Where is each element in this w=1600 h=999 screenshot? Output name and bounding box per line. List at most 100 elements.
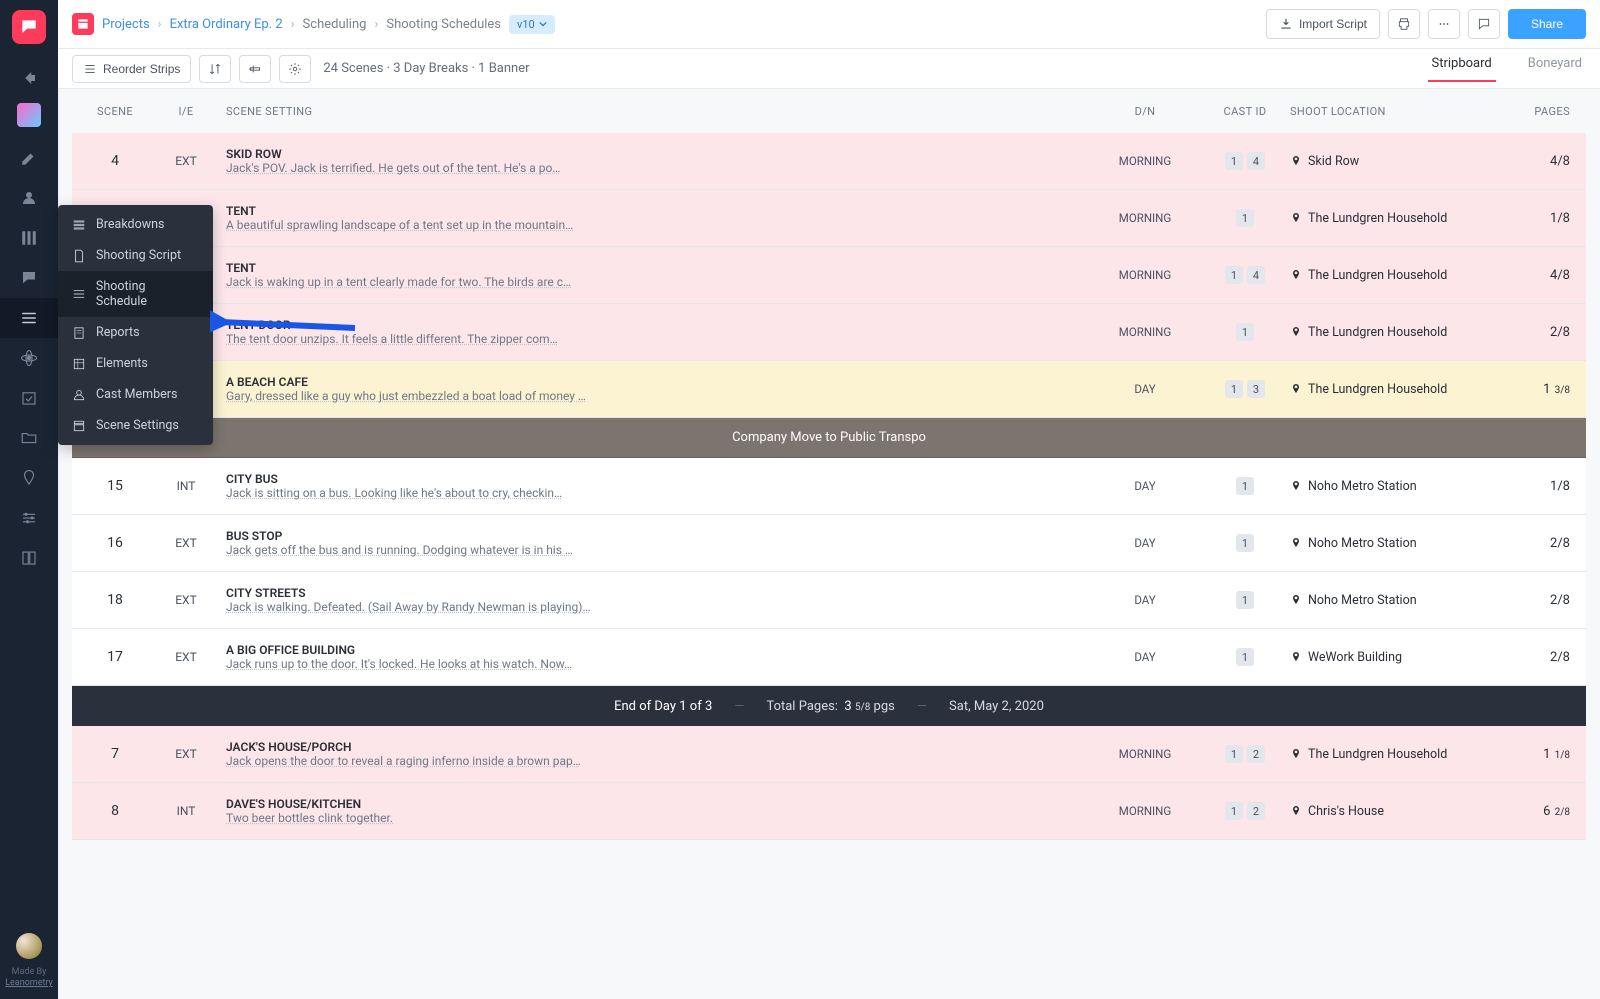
- scene-description[interactable]: Jack gets off the bus and is running. Do…: [226, 543, 1090, 557]
- user-avatar[interactable]: [16, 933, 42, 959]
- crumb-projects[interactable]: Projects: [102, 17, 150, 32]
- rail-book[interactable]: [0, 538, 58, 578]
- col-setting: SCENE SETTING: [216, 105, 1090, 118]
- int-ext: EXT: [156, 154, 216, 168]
- footer-brand-link[interactable]: Leanometry: [5, 978, 53, 988]
- submenu-item[interactable]: Shooting Schedule: [58, 271, 213, 317]
- rail-messages[interactable]: [0, 258, 58, 298]
- scene-description[interactable]: Jack is waking up in a tent clearly made…: [226, 275, 1090, 289]
- app-logo[interactable]: [12, 10, 46, 44]
- shoot-location[interactable]: Noho Metro Station: [1290, 593, 1510, 608]
- print-button[interactable]: [1388, 9, 1420, 39]
- menu-item-icon: [72, 249, 86, 263]
- import-script-button[interactable]: Import Script: [1266, 9, 1380, 39]
- cast-id-chip: 1: [1236, 209, 1254, 227]
- rail-cast[interactable]: [0, 178, 58, 218]
- topbar: Projects › Extra Ordinary Ep. 2 › Schedu…: [58, 0, 1600, 49]
- submenu-item[interactable]: Cast Members: [58, 379, 213, 410]
- submenu-item[interactable]: Scene Settings: [58, 410, 213, 441]
- comments-button[interactable]: [1468, 9, 1500, 39]
- sort-button[interactable]: [199, 55, 231, 83]
- crumb-project[interactable]: Extra Ordinary Ep. 2: [170, 17, 283, 32]
- list-icon: [20, 309, 38, 327]
- scene-number: 16: [74, 535, 156, 551]
- scene-strip[interactable]: 16EXTBUS STOPJack gets off the bus and i…: [72, 515, 1586, 572]
- submenu-item[interactable]: Shooting Script: [58, 240, 213, 271]
- shoot-location[interactable]: Skid Row: [1290, 154, 1510, 169]
- scene-strip[interactable]: A BEACH CAFEGary, dressed like a guy who…: [72, 361, 1586, 418]
- tab-stripboard[interactable]: Stripboard: [1428, 56, 1496, 81]
- scene-description[interactable]: Jack is walking. Defeated. (Sail Away by…: [226, 600, 1090, 614]
- day-night: MORNING: [1090, 325, 1200, 339]
- left-rail: Made By Leanometry: [0, 0, 58, 999]
- rail-project-thumb[interactable]: [0, 98, 58, 138]
- scene-strip[interactable]: 7EXTJACK'S HOUSE/PORCHJack opens the doo…: [72, 726, 1586, 783]
- cast-id-chip: 1: [1236, 534, 1254, 552]
- add-strip-button[interactable]: [239, 55, 271, 83]
- tab-boneyard[interactable]: Boneyard: [1524, 56, 1586, 81]
- submenu-item[interactable]: Breakdowns: [58, 209, 213, 240]
- page-count: 2/8: [1510, 593, 1584, 608]
- scene-description[interactable]: Jack's POV. Jack is terrified. He gets o…: [226, 161, 1090, 175]
- day-night: MORNING: [1090, 747, 1200, 761]
- stripboard[interactable]: SCENE I/E SCENE SETTING D/N CAST ID SHOO…: [58, 89, 1600, 999]
- scene-strip[interactable]: TENTA beautiful sprawling landscape of a…: [72, 190, 1586, 247]
- rail-board[interactable]: [0, 218, 58, 258]
- toolbar-settings-button[interactable]: [279, 55, 311, 83]
- project-badge[interactable]: [72, 13, 94, 35]
- scene-strip[interactable]: 4EXTSKID ROWJack's POV. Jack is terrifie…: [72, 133, 1586, 190]
- cast-ids: 14: [1200, 152, 1290, 170]
- shoot-location[interactable]: Noho Metro Station: [1290, 479, 1510, 494]
- rail-calendar[interactable]: [0, 378, 58, 418]
- rail-locations[interactable]: [0, 458, 58, 498]
- menu-item-icon: [72, 287, 86, 301]
- submenu-item[interactable]: Reports: [58, 317, 213, 348]
- shoot-location[interactable]: The Lundgren Household: [1290, 211, 1510, 226]
- scene-strip[interactable]: 17EXTA BIG OFFICE BUILDINGJack runs up t…: [72, 629, 1586, 686]
- rail-settings2[interactable]: [0, 338, 58, 378]
- scene-description[interactable]: Jack runs up to the door. It's locked. H…: [226, 657, 1090, 671]
- shoot-location[interactable]: Chris's House: [1290, 804, 1510, 819]
- scene-strip[interactable]: 18EXTCITY STREETSJack is walking. Defeat…: [72, 572, 1586, 629]
- scene-strip[interactable]: TENTJack is waking up in a tent clearly …: [72, 247, 1586, 304]
- submenu-item[interactable]: Elements: [58, 348, 213, 379]
- shoot-location[interactable]: The Lundgren Household: [1290, 382, 1510, 397]
- shoot-location[interactable]: The Lundgren Household: [1290, 268, 1510, 283]
- rail-script[interactable]: [0, 138, 58, 178]
- scene-description[interactable]: Jack is sitting on a bus. Looking like h…: [226, 486, 1090, 500]
- rail-schedule[interactable]: [0, 298, 58, 338]
- scene-description[interactable]: The tent door unzips. It feels a little …: [226, 332, 1090, 346]
- cast-id-chip: 4: [1247, 152, 1265, 170]
- day-night: MORNING: [1090, 268, 1200, 282]
- int-ext: EXT: [156, 593, 216, 607]
- scene-strip[interactable]: 8INTDAVE'S HOUSE/KITCHENTwo beer bottles…: [72, 783, 1586, 840]
- scene-strip[interactable]: 15INTCITY BUSJack is sitting on a bus. L…: [72, 458, 1586, 515]
- col-loc: SHOOT LOCATION: [1290, 105, 1510, 118]
- rail-sliders[interactable]: [0, 498, 58, 538]
- user-icon: [20, 189, 38, 207]
- col-dn: D/N: [1090, 105, 1200, 118]
- scene-description[interactable]: A beautiful sprawling landscape of a ten…: [226, 218, 1090, 232]
- daybreak-row[interactable]: End of Day 1 of 3—Total Pages: 3 5/8 pgs…: [72, 686, 1586, 726]
- shoot-location[interactable]: Noho Metro Station: [1290, 536, 1510, 551]
- reorder-strips-button[interactable]: Reorder Strips: [72, 55, 191, 83]
- scene-description[interactable]: Two beer bottles clink together.: [226, 811, 1090, 825]
- chevron-down-icon: [539, 20, 547, 28]
- shoot-location[interactable]: The Lundgren Household: [1290, 747, 1510, 762]
- scene-description[interactable]: Jack opens the door to reveal a raging i…: [226, 754, 1090, 768]
- shoot-location[interactable]: WeWork Building: [1290, 650, 1510, 665]
- cast-id-chip: 1: [1236, 648, 1254, 666]
- scene-strip[interactable]: TENT DOORThe tent door unzips. It feels …: [72, 304, 1586, 361]
- column-headers: SCENE I/E SCENE SETTING D/N CAST ID SHOO…: [72, 89, 1586, 133]
- scene-description[interactable]: Gary, dressed like a guy who just embezz…: [226, 389, 1090, 403]
- printer-icon: [1397, 17, 1411, 31]
- menu-item-icon: [72, 419, 86, 433]
- banner-row[interactable]: Company Move to Public Transpo: [72, 418, 1586, 458]
- shoot-location[interactable]: The Lundgren Household: [1290, 325, 1510, 340]
- share-button[interactable]: Share: [1508, 9, 1586, 39]
- rail-back[interactable]: [0, 58, 58, 98]
- version-chip[interactable]: v10: [509, 15, 555, 34]
- more-button[interactable]: [1428, 9, 1460, 39]
- cast-id-chip: 1: [1225, 266, 1243, 284]
- rail-files[interactable]: [0, 418, 58, 458]
